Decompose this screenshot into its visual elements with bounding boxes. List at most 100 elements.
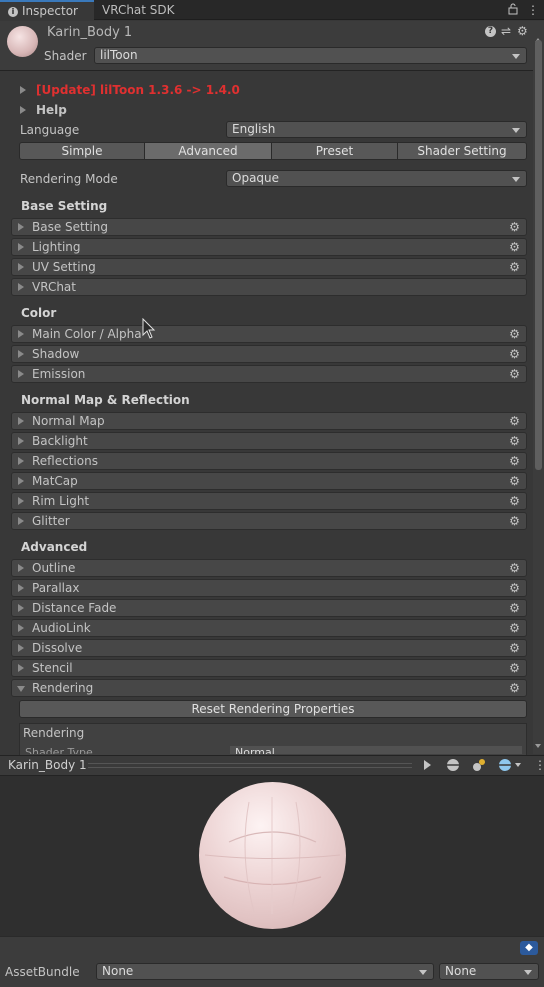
foldout-rim-light[interactable]: Rim Light ⚙ <box>11 492 527 510</box>
mode-preset-button[interactable]: Preset <box>271 142 398 160</box>
foldout-lighting[interactable]: Lighting ⚙ <box>11 238 527 256</box>
reset-rendering-button[interactable]: Reset Rendering Properties <box>19 700 527 718</box>
foldout-vrchat[interactable]: VRChat <box>11 278 527 296</box>
preview-more-icon[interactable]: ⋮ <box>534 758 544 772</box>
chevron-right-icon <box>18 497 24 505</box>
preview-title: Karin_Body 1 <box>8 758 87 772</box>
preview-resize-handle[interactable] <box>88 763 412 768</box>
foldout-distance-fade[interactable]: Distance Fade ⚙ <box>11 599 527 617</box>
foldout-normal-map[interactable]: Normal Map ⚙ <box>11 412 527 430</box>
foldout-label: Lighting <box>32 240 81 254</box>
foldout-reflections[interactable]: Reflections ⚙ <box>11 452 527 470</box>
chevron-right-icon <box>18 283 24 291</box>
gear-icon[interactable]: ⚙ <box>509 455 520 467</box>
language-dropdown[interactable]: English <box>226 121 527 138</box>
foldout-label: Stencil <box>32 661 73 675</box>
gear-icon[interactable]: ⚙ <box>509 662 520 674</box>
foldout-label: Rim Light <box>32 494 90 508</box>
tab-vrchat-sdk[interactable]: VRChat SDK <box>94 0 194 20</box>
foldout-label: Backlight <box>32 434 88 448</box>
foldout-uv-setting[interactable]: UV Setting ⚙ <box>11 258 527 276</box>
sphere-icon[interactable] <box>444 757 462 773</box>
gear-icon[interactable]: ⚙ <box>509 261 520 273</box>
gear-icon[interactable]: ⚙ <box>509 682 520 694</box>
chevron-right-icon <box>18 243 24 251</box>
shader-type-label: Shader Type <box>25 746 93 754</box>
foldout-label: Outline <box>32 561 76 575</box>
scroll-thumb[interactable] <box>535 40 542 470</box>
preset-icon[interactable]: ⇌ <box>501 24 513 38</box>
chevron-right-icon <box>18 517 24 525</box>
foldout-stencil[interactable]: Stencil ⚙ <box>11 659 527 677</box>
help-foldout[interactable]: Help <box>20 101 120 119</box>
chevron-right-icon <box>18 417 24 425</box>
foldout-base-setting[interactable]: Base Setting ⚙ <box>11 218 527 236</box>
gear-icon[interactable]: ⚙ <box>509 348 520 360</box>
more-icon[interactable]: ⋮ <box>527 3 539 17</box>
chevron-right-icon <box>18 457 24 465</box>
gear-icon[interactable]: ⚙ <box>509 602 520 614</box>
foldout-parallax[interactable]: Parallax ⚙ <box>11 579 527 597</box>
material-thumbnail <box>7 26 38 57</box>
foldout-dissolve[interactable]: Dissolve ⚙ <box>11 639 527 657</box>
tab-inspector-label: Inspector <box>22 4 78 18</box>
gear-icon[interactable]: ⚙ <box>517 24 529 38</box>
section-advanced: Advanced <box>21 540 88 554</box>
chevron-down-icon <box>17 686 25 692</box>
shader-type-dropdown[interactable]: Normal <box>230 746 522 754</box>
shader-dropdown[interactable]: lilToon <box>94 47 527 64</box>
gear-icon[interactable]: ⚙ <box>509 328 520 340</box>
gear-icon[interactable]: ⚙ <box>509 435 520 447</box>
gear-icon[interactable]: ⚙ <box>509 475 520 487</box>
chevron-right-icon <box>18 584 24 592</box>
play-icon[interactable] <box>418 757 436 773</box>
tab-inspector[interactable]: i Inspector <box>0 0 94 20</box>
foldout-glitter[interactable]: Glitter ⚙ <box>11 512 527 530</box>
foldout-audiolink[interactable]: AudioLink ⚙ <box>11 619 527 637</box>
gear-icon[interactable]: ⚙ <box>509 415 520 427</box>
asset-bundle-label: AssetBundle <box>5 965 80 979</box>
language-label: Language <box>20 123 80 137</box>
gear-icon[interactable]: ⚙ <box>509 622 520 634</box>
tab-vrchat-sdk-label: VRChat SDK <box>102 3 175 17</box>
foldout-rendering[interactable]: Rendering ⚙ <box>11 679 527 697</box>
gear-icon[interactable]: ⚙ <box>509 241 520 253</box>
gear-icon[interactable]: ⚙ <box>509 515 520 527</box>
mode-shader-setting-button[interactable]: Shader Setting <box>397 142 527 160</box>
scroll-down-icon[interactable] <box>535 744 541 748</box>
asset-bundle-name-dropdown[interactable]: None <box>96 963 434 980</box>
update-foldout[interactable]: [Update] lilToon 1.3.6 -> 1.4.0 <box>20 81 320 99</box>
shader-label: Shader <box>44 49 87 63</box>
gear-icon[interactable]: ⚙ <box>509 642 520 654</box>
mode-advanced-button[interactable]: Advanced <box>144 142 272 160</box>
chevron-right-icon <box>18 604 24 612</box>
foldout-label: Distance Fade <box>32 601 117 615</box>
chevron-right-icon <box>20 106 26 114</box>
chevron-right-icon <box>18 370 24 378</box>
chevron-right-icon <box>18 624 24 632</box>
asset-bundle-variant-dropdown[interactable]: None <box>439 963 539 980</box>
rendering-mode-label: Rendering Mode <box>20 172 118 186</box>
foldout-matcap[interactable]: MatCap ⚙ <box>11 472 527 490</box>
gear-icon[interactable]: ⚙ <box>509 495 520 507</box>
foldout-label: Reflections <box>32 454 98 468</box>
foldout-backlight[interactable]: Backlight ⚙ <box>11 432 527 450</box>
foldout-main-color-alpha[interactable]: Main Color / Alpha ⚙ <box>11 325 527 343</box>
foldout-label: Parallax <box>32 581 80 595</box>
gear-icon[interactable]: ⚙ <box>509 221 520 233</box>
rendering-box-title: Rendering <box>23 726 85 740</box>
gear-icon[interactable]: ⚙ <box>509 368 520 380</box>
gear-icon[interactable]: ⚙ <box>509 562 520 574</box>
gear-icon[interactable]: ⚙ <box>509 582 520 594</box>
chevron-right-icon <box>18 564 24 572</box>
tag-icon[interactable]: ◆ <box>520 941 538 955</box>
foldout-emission[interactable]: Emission ⚙ <box>11 365 527 383</box>
rendering-mode-dropdown[interactable]: Opaque <box>226 170 527 187</box>
preview-mesh-dropdown[interactable] <box>496 757 524 773</box>
foldout-shadow[interactable]: Shadow ⚙ <box>11 345 527 363</box>
foldout-outline[interactable]: Outline ⚙ <box>11 559 527 577</box>
light-icon[interactable] <box>470 757 488 773</box>
lock-icon[interactable] <box>508 3 518 15</box>
help-icon[interactable]: ? <box>485 26 496 37</box>
mode-simple-button[interactable]: Simple <box>19 142 145 160</box>
